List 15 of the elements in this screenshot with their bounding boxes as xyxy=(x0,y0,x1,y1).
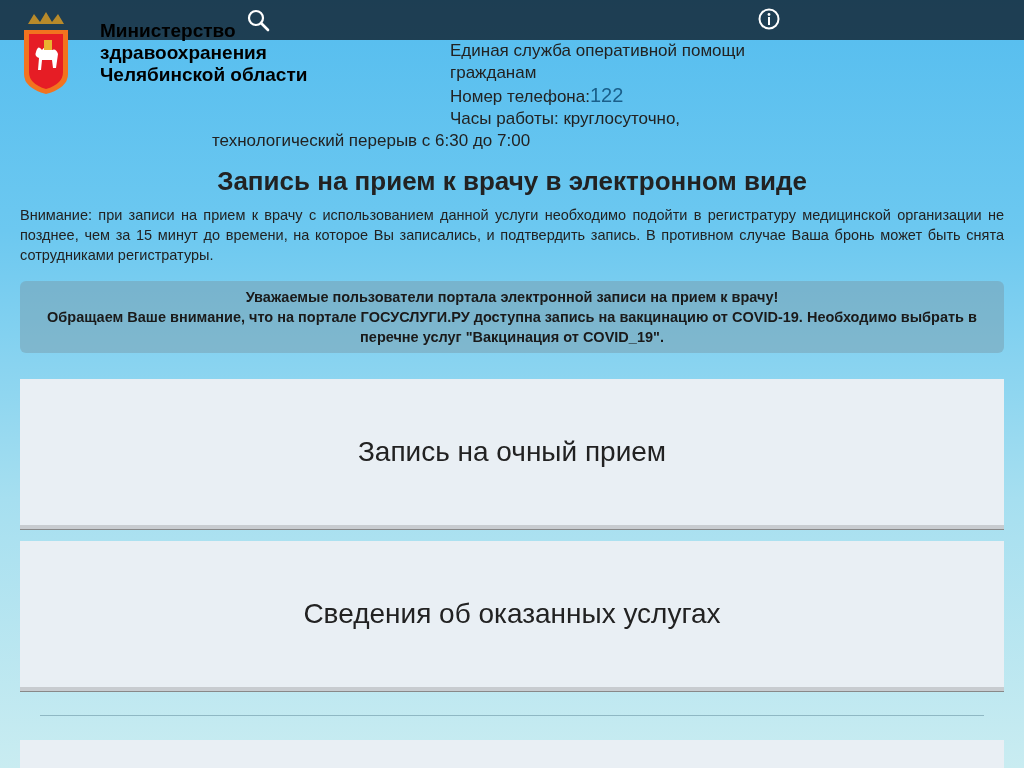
working-hours: Часы работы: круглосуточно, xyxy=(450,108,682,130)
menu-tile-button[interactable]: Сведения об оказанных услугах xyxy=(20,541,1004,692)
search-icon[interactable] xyxy=(246,8,270,32)
notice-text: Внимание: при записи на прием к врачу с использованием данной услуги необходимо подойти в регистратуру медицинской организации не позднее, чем за 15 минут до времени, на которое Вы записались, и подтвердить запись. В противном случае Ваша бронь может быть снята сотрудниками регистратуры. xyxy=(20,206,1004,266)
alert-text: Уважаемые пользователи портала электронной записи на прием к врачу! xyxy=(244,288,780,308)
info-icon[interactable] xyxy=(758,8,780,30)
phone-number: 122 xyxy=(589,84,624,106)
working-hours-break: технологический перерыв с 6:30 до 7:00 xyxy=(212,130,531,152)
org-title: Министерство здравоохранения Челябинской области xyxy=(100,20,309,86)
menu-tile-button[interactable]: Запись на очный прием xyxy=(20,379,1004,530)
page-title: Запись на прием к врачу в электронном виде xyxy=(216,166,808,198)
coat-of-arms-icon xyxy=(22,12,70,94)
alert-text: Обращаем Ваше внимание, что на портале ГОСУСЛУГИ.РУ доступна запись на вакцинацию от COVID-19. Необходимо выбрать в перечне услуг "Вакцинация от COVID_19". xyxy=(46,308,978,348)
phone-label: Номер телефона: xyxy=(450,87,590,106)
service-name: Единая служба оперативной помощи гражданам xyxy=(450,40,747,84)
